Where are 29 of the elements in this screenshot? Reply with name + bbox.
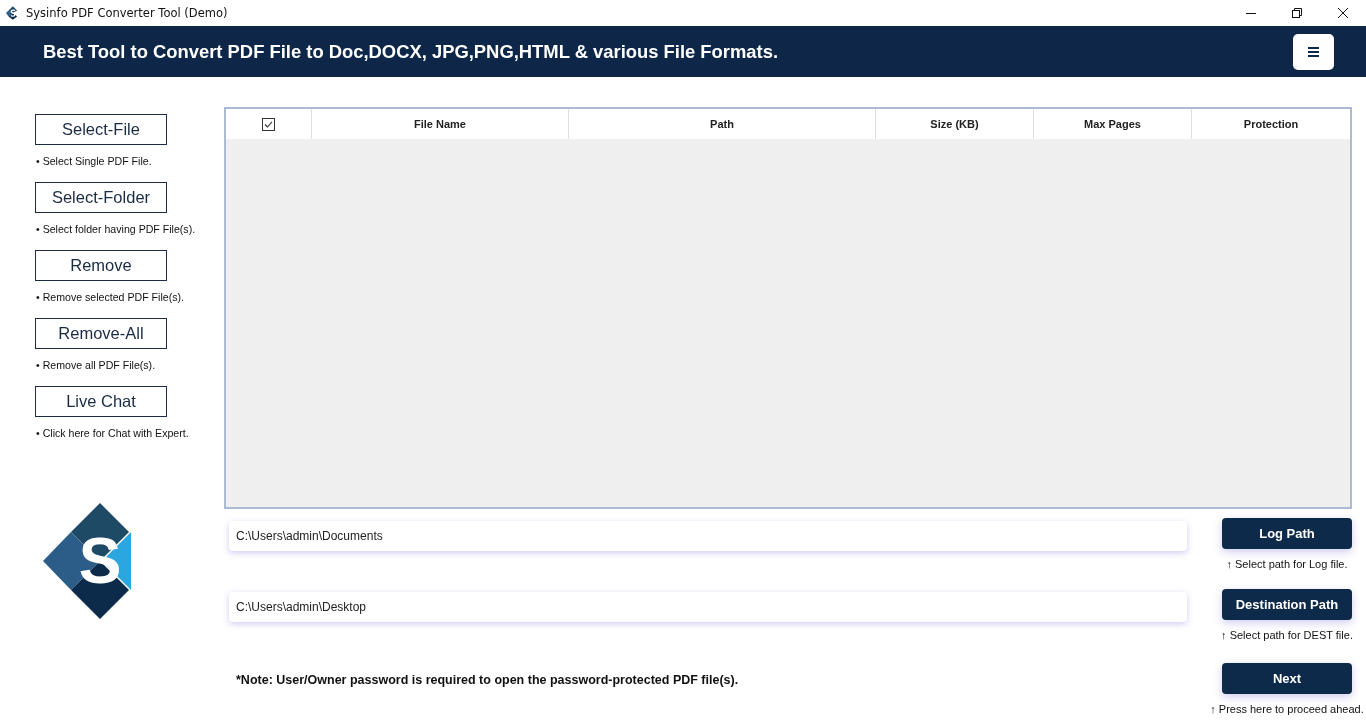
restore-icon (1292, 8, 1302, 18)
menu-icon (1308, 46, 1319, 57)
sidebar-button[interactable]: Live Chat (35, 386, 167, 417)
button-hint: ↑ Press here to proceed ahead. (1210, 702, 1364, 716)
button-hint: ↑ Select path for Log file. (1226, 557, 1348, 571)
sidebar-hint: • Remove all PDF File(s). (36, 358, 156, 372)
path-button[interactable]: Log Path (1222, 518, 1352, 549)
path-field[interactable]: C:\Users\admin\Documents (229, 521, 1187, 551)
sidebar-button[interactable]: Remove (35, 250, 167, 281)
sidebar-button[interactable]: Remove-All (35, 318, 167, 349)
window-title: Sysinfo PDF Converter Tool (Demo) (26, 6, 228, 20)
button-hint: ↑ Select path for DEST file. (1221, 628, 1353, 642)
sidebar-hint: • Select Single PDF File. (36, 154, 152, 168)
close-icon (1338, 8, 1348, 18)
sidebar-hint: • Select folder having PDF File(s). (36, 222, 196, 236)
sidebar-button[interactable]: Select-File (35, 114, 167, 145)
sidebar-hint: • Remove selected PDF File(s). (36, 290, 184, 304)
app-logo-icon (6, 6, 18, 20)
minimize-icon (1246, 12, 1256, 14)
header-title: Best Tool to Convert PDF File to Doc,DOCX, JPG,PNG,HTML & various File Formats. (43, 40, 779, 63)
path-field[interactable]: C:\Users\admin\Desktop (229, 592, 1187, 622)
select-all-checkbox[interactable] (262, 117, 275, 131)
path-button[interactable]: Destination Path (1222, 589, 1352, 620)
menu-button[interactable] (1293, 33, 1334, 70)
column-header: Protection (1242, 117, 1300, 132)
password-note: *Note: User/Owner password is required to open the password-protected PDF file(s). (236, 673, 740, 687)
next-button[interactable]: Next (1222, 663, 1352, 694)
sidebar-hint: • Click here for Chat with Expert. (36, 426, 189, 440)
sidebar-button[interactable]: Select-Folder (35, 182, 167, 213)
